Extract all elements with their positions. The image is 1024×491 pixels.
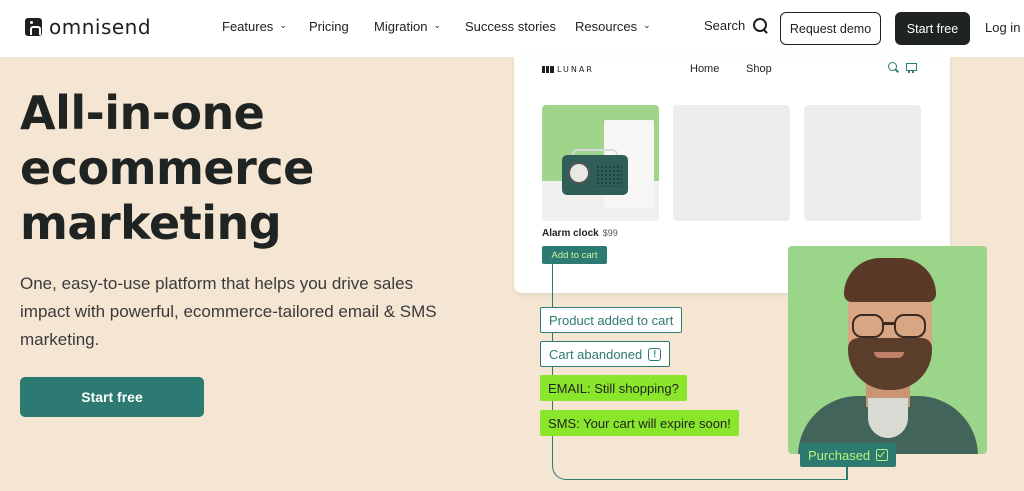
search-label: Search [704,18,746,33]
nav-item-migration[interactable]: Migration ⌄ [374,19,441,34]
alarm-clock-image [542,105,659,221]
login-link[interactable]: Log in [985,20,1020,35]
flow-step-label: SMS: Your cart will expire soon! [548,415,731,431]
brand-name: omnisend [49,15,152,39]
customer-photo [788,246,987,454]
nav-label: Resources [575,19,638,34]
store-nav-home: Home [690,63,720,75]
cart-icon [905,62,917,73]
flow-step-label: EMAIL: Still shopping? [548,380,679,396]
top-navigation: omnisend Features ⌄ Pricing Migration ⌄ … [0,0,1024,57]
flow-step-sms: SMS: Your cart will expire soon! [540,410,739,436]
flow-connector-end [846,466,848,480]
alert-icon: ! [648,347,662,361]
hero-subtitle: One, easy-to-use platform that helps you… [20,274,437,349]
hero-title-line: All-in-one [20,86,265,140]
flow-step-label: Product added to cart [549,312,674,328]
nav-label: Success stories [465,19,557,34]
lunar-logo-icon [542,66,554,73]
hero-title-line: ecommerce [20,141,314,195]
nav-item-success-stories[interactable]: Success stories [465,19,556,34]
check-icon [876,449,889,461]
hero-title-line: marketing [20,196,282,250]
request-demo-button[interactable]: Request demo [780,12,881,45]
nav-item-pricing[interactable]: Pricing [309,19,349,34]
store-nav-shop: Shop [746,63,772,75]
product-price: $99 [602,228,618,238]
lunar-logo-text: LUNAR [557,65,594,74]
product-placeholder [673,105,790,221]
flow-step-product-added: Product added to cart [540,307,683,333]
hero-title: All-in-one ecommerce marketing [20,86,440,251]
add-to-cart-button: Add to cart [542,246,607,264]
search-button[interactable]: Search [704,18,768,33]
chevron-down-icon: ⌄ [279,20,287,30]
chevron-down-icon: ⌄ [643,20,651,30]
omnisend-logo[interactable]: omnisend [25,15,151,39]
nav-item-features[interactable]: Features ⌄ [222,19,287,34]
omnisend-logo-icon [25,18,42,36]
product-placeholder [804,105,921,221]
nav-label: Features [222,19,274,34]
purchased-badge: Purchased [800,443,897,467]
store-icons [888,62,917,73]
flow-step-cart-abandoned: Cart abandoned ! [540,341,671,367]
flow-step-email: EMAIL: Still shopping? [540,375,687,401]
start-free-nav-button[interactable]: Start free [895,12,970,45]
flow-step-label: Cart abandoned [549,346,643,362]
lunar-logo: LUNAR [542,65,594,74]
search-icon [753,18,768,33]
nav-label: Migration [374,19,428,34]
nav-item-resources[interactable]: Resources ⌄ [575,19,651,34]
product-name: Alarm clock [542,228,599,239]
product-label: Alarm clock $99 [542,228,618,239]
chevron-down-icon: ⌄ [433,20,442,30]
start-free-hero-button[interactable]: Start free [20,377,204,417]
purchased-label: Purchased [808,447,871,463]
nav-label: Pricing [309,19,349,34]
search-icon [888,62,899,73]
